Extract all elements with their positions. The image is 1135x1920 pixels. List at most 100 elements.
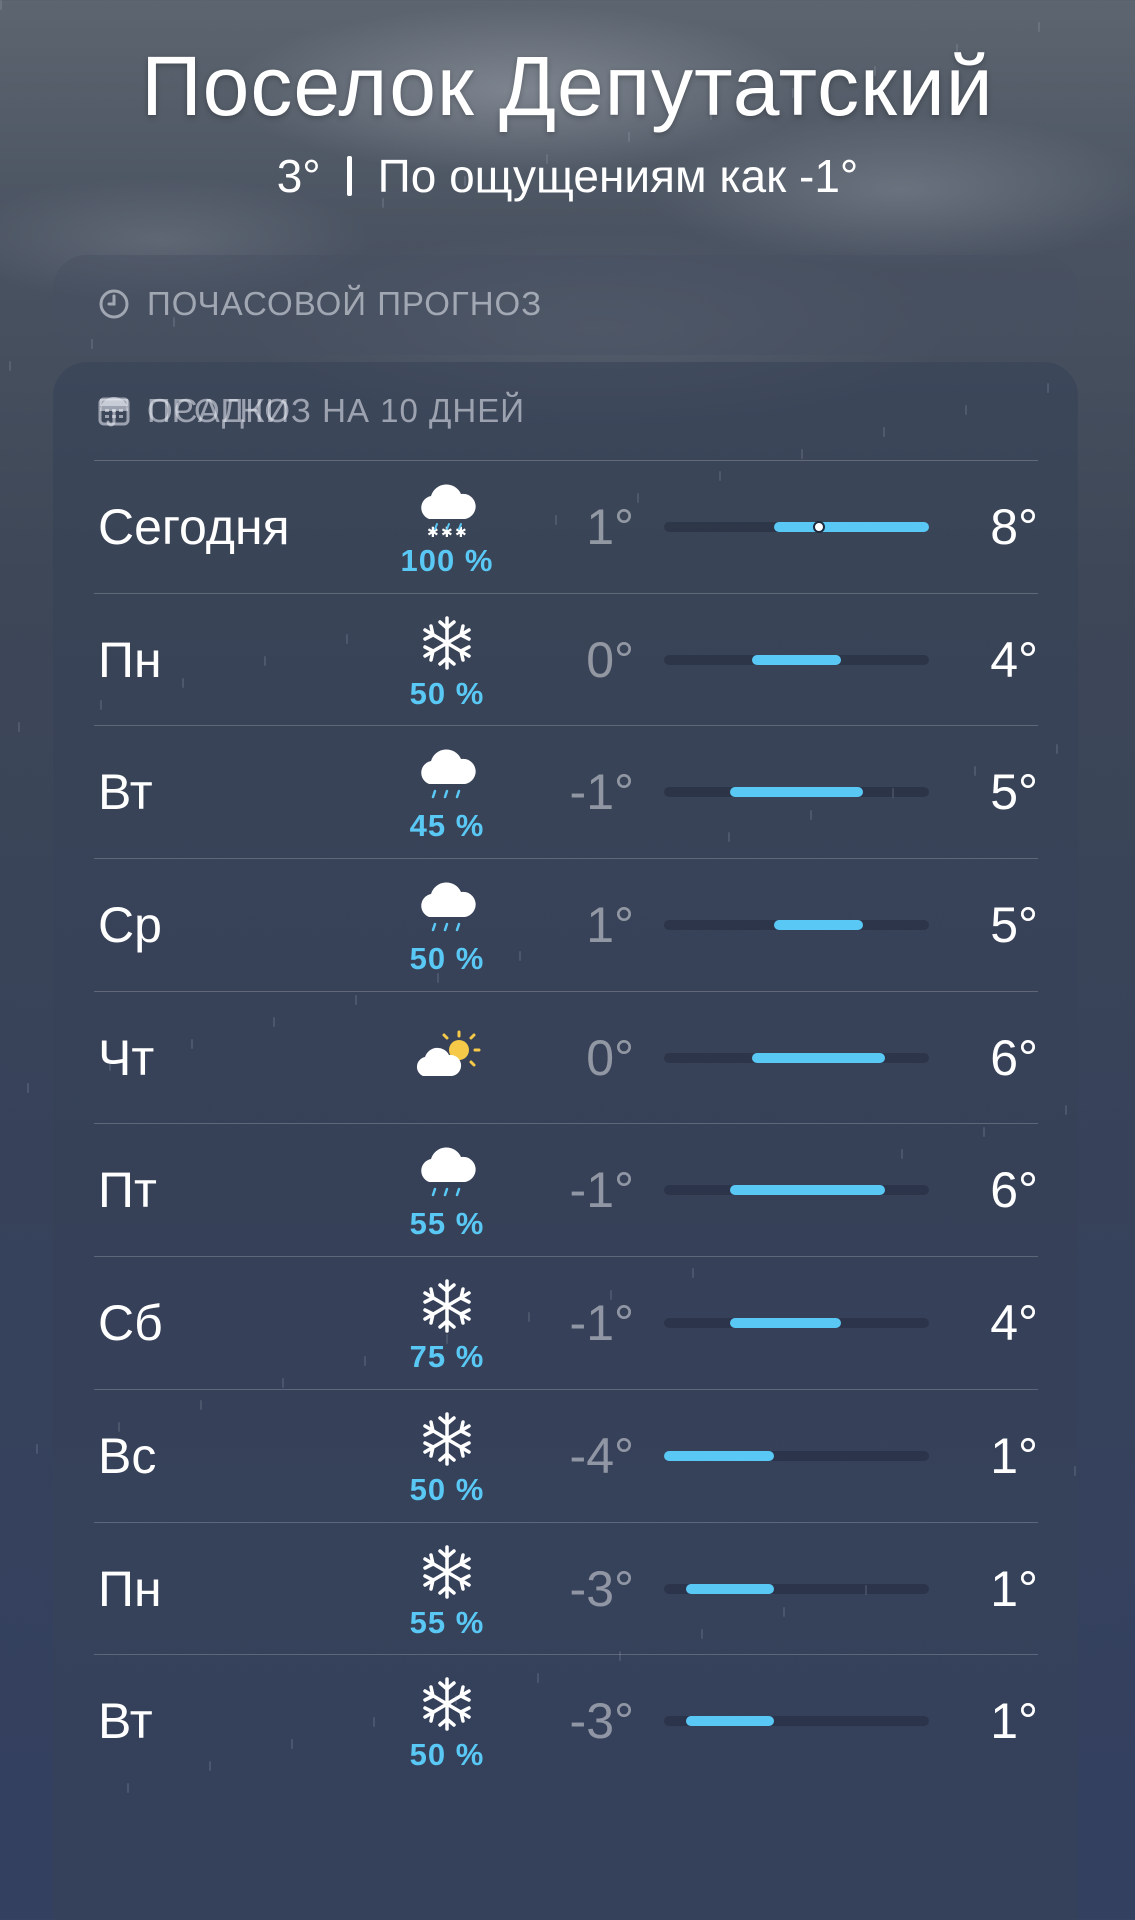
hourly-forecast-card[interactable]: ПОЧАСОВОЙ ПРОГНОЗ (53, 255, 1078, 355)
city-name: Поселок Депутатский (141, 39, 994, 133)
raindrop-decoration (1074, 1466, 1076, 1476)
forecast-day-row[interactable]: Вс 50 % -4° 1° (94, 1388, 1038, 1522)
cloud-drizzle-icon (409, 877, 485, 939)
low-temp: -1° (569, 764, 634, 821)
raindrop-decoration (455, 1695, 457, 1705)
raindrop-decoration (1056, 744, 1058, 754)
current-temp: 3° (276, 150, 321, 202)
high-temp: 4° (990, 631, 1038, 688)
forecast-day-row[interactable]: Пн 50 % 0° 4° (94, 592, 1038, 726)
ten-day-forecast-card[interactable]: ПРОГНОЗ НА 10 ДНЕЙ Сегодня ✱ ✱ ✱ 100 % 1° 8° Пн… (53, 362, 1078, 1920)
high-temp: 4° (990, 1295, 1038, 1352)
raindrop-decoration (792, 88, 794, 98)
divider (346, 156, 352, 196)
high-temp: 1° (990, 1693, 1038, 1750)
raindrop-decoration (637, 493, 639, 503)
raindrop-decoration (892, 788, 894, 798)
forecast-day-row[interactable]: Вт 50 % -3° 1° (94, 1654, 1038, 1787)
day-label: Пн (98, 1560, 162, 1617)
snowflake-icon (409, 1275, 485, 1337)
raindrop-decoration (728, 832, 730, 842)
forecast-day-row[interactable]: Чт 0° 6° (94, 990, 1038, 1124)
temp-range-bar (664, 1450, 775, 1461)
high-temp: 1° (990, 1427, 1038, 1484)
raindrop-decoration (355, 995, 357, 1005)
temp-range-track (664, 654, 929, 665)
forecast-rows: Сегодня ✱ ✱ ✱ 100 % 1° 8° Пн 50 % 0° 4° Вт 45 % -1° 5°… (94, 460, 1038, 1787)
temp-range-bar (752, 1052, 885, 1063)
hourly-forecast-label: ПОЧАСОВОЙ ПРОГНОЗ (147, 285, 543, 322)
day-label: Ср (98, 897, 162, 954)
temp-range-bar (730, 1318, 841, 1329)
temp-range-bar (686, 1716, 775, 1727)
precipitation-header[interactable]: ОСАДКИ (97, 392, 290, 430)
raindrop-decoration (528, 1312, 530, 1322)
raindrop-decoration (874, 66, 876, 76)
day-label: Вт (98, 1693, 153, 1750)
low-temp: 1° (586, 499, 634, 555)
forecast-day-row[interactable]: Пт 55 % -1° 6° (94, 1123, 1038, 1256)
temp-range-track (664, 920, 929, 931)
clock-icon (99, 289, 129, 319)
raindrop-decoration (692, 1268, 694, 1278)
raindrop-decoration (18, 722, 20, 732)
raindrop-decoration (1038, 22, 1040, 32)
snowflake-icon (409, 1408, 485, 1470)
current-temp-dot (812, 521, 825, 533)
cloud-drizzle-icon (409, 1142, 485, 1204)
raindrop-decoration (701, 1629, 703, 1639)
location-header: Поселок Депутатский 3° По ощущениям как … (0, 38, 1135, 203)
raindrop-decoration (282, 1378, 284, 1388)
temp-range-track (664, 1318, 929, 1329)
forecast-day-row[interactable]: Сб 75 % -1° 4° (94, 1256, 1038, 1389)
raindrop-decoration (27, 1083, 29, 1093)
day-label: Сегодня (98, 499, 290, 555)
temp-range-track (664, 787, 929, 798)
raindrop-decoration (719, 471, 721, 481)
raindrop-decoration (346, 634, 348, 644)
high-temp: 6° (990, 1162, 1038, 1219)
raindrop-decoration (983, 1127, 985, 1137)
temp-range-track (664, 1450, 929, 1461)
raindrop-decoration (382, 198, 384, 208)
svg-text:✱: ✱ (455, 525, 467, 541)
raindrop-decoration (537, 1673, 539, 1683)
raindrop-decoration (1047, 383, 1049, 393)
raindrop-decoration (956, 44, 958, 54)
raindrop-decoration (182, 678, 184, 688)
raindrop-decoration (264, 656, 266, 666)
low-temp: -3° (569, 1560, 634, 1617)
raindrop-decoration (801, 449, 803, 459)
raindrop-decoration (109, 1061, 111, 1071)
low-temp: 0° (586, 631, 634, 688)
forecast-day-row[interactable]: Сегодня ✱ ✱ ✱ 100 % 1° 8° (94, 460, 1038, 593)
raindrop-decoration (783, 1607, 785, 1617)
raindrop-decoration (810, 810, 812, 820)
forecast-day-row[interactable]: Вт 45 % -1° 5° (94, 725, 1038, 858)
raindrop-decoration (710, 110, 712, 120)
forecast-day-row[interactable]: Пн 55 % -3° 1° (94, 1521, 1038, 1655)
temp-range-bar (730, 787, 863, 798)
temp-range-track (664, 1716, 929, 1727)
cloud-drizzle-icon (409, 744, 485, 806)
high-temp: 5° (990, 897, 1038, 954)
temp-range-bar (774, 522, 929, 532)
forecast-day-row[interactable]: Ср 50 % 1° 5° (94, 858, 1038, 991)
high-temp: 8° (990, 499, 1038, 555)
raindrop-decoration (100, 700, 102, 710)
low-temp: 0° (586, 1029, 634, 1086)
day-label: Чт (98, 1029, 155, 1086)
cloud-sun-icon (409, 1026, 485, 1088)
low-temp: -3° (569, 1693, 634, 1750)
temp-range-bar (686, 1583, 775, 1594)
temp-range-bar (774, 920, 863, 931)
temp-range-track (664, 1583, 929, 1594)
raindrop-decoration (373, 1717, 375, 1727)
raindrop-decoration (610, 1290, 612, 1300)
raindrop-decoration (437, 973, 439, 983)
high-temp: 5° (990, 764, 1038, 821)
raindrop-decoration (628, 132, 630, 142)
raindrop-decoration (1065, 1105, 1067, 1115)
umbrella-icon (100, 397, 128, 427)
temp-range-bar (730, 1185, 885, 1196)
